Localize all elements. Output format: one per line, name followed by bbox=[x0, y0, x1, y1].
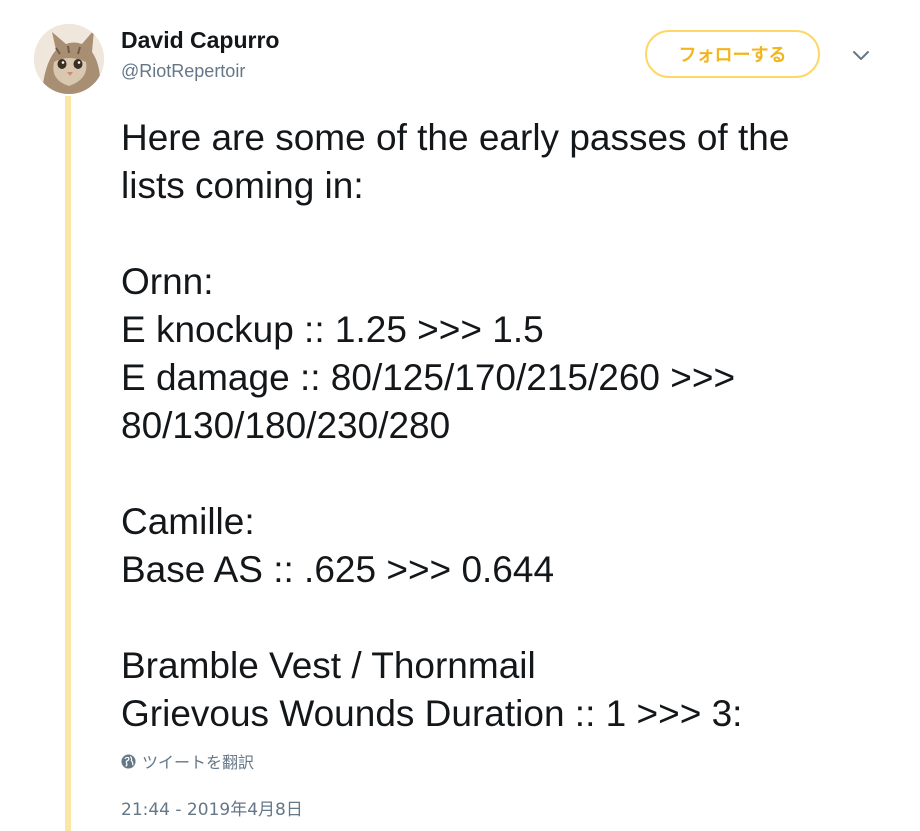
tweet-text-line: Here are some of the early passes of the bbox=[121, 117, 790, 158]
tweet-text-line: Ornn: bbox=[121, 261, 214, 302]
kitten-avatar-image bbox=[34, 24, 104, 94]
tweet-timestamp[interactable]: 21:44 - 2019年4月8日 bbox=[121, 795, 303, 820]
follow-button[interactable]: フォローする bbox=[645, 30, 820, 78]
tweet-text-line: 80/130/180/230/280 bbox=[121, 405, 451, 446]
thread-connector-line bbox=[65, 96, 71, 831]
tweet-text-line bbox=[121, 210, 901, 258]
tweet-text-line: E knockup :: 1.25 >>> 1.5 bbox=[121, 309, 544, 350]
tweet-text: Here are some of the early passes of the… bbox=[121, 114, 901, 738]
avatar[interactable] bbox=[34, 24, 104, 94]
chevron-down-icon[interactable] bbox=[850, 44, 872, 66]
tweet-text-line: Bramble Vest / Thornmail bbox=[121, 645, 536, 686]
author-screen-name[interactable]: @RiotRepertoir bbox=[121, 61, 245, 82]
tweet-text-line: Grievous Wounds Duration :: 1 >>> 3: bbox=[121, 693, 743, 734]
globe-icon bbox=[121, 753, 136, 769]
tweet-text-line bbox=[121, 594, 901, 642]
tweet-text-line: E damage :: 80/125/170/215/260 >>> bbox=[121, 357, 736, 398]
tweet-text-line bbox=[121, 450, 901, 498]
author-display-name[interactable]: David Capurro bbox=[121, 27, 279, 54]
translate-tweet-link[interactable]: ツイートを翻訳 bbox=[121, 749, 254, 773]
translate-tweet-label: ツイートを翻訳 bbox=[142, 753, 255, 772]
tweet-text-line: lists coming in: bbox=[121, 165, 364, 206]
tweet-text-line: Base AS :: .625 >>> 0.644 bbox=[121, 549, 555, 590]
tweet-text-line: Camille: bbox=[121, 501, 255, 542]
